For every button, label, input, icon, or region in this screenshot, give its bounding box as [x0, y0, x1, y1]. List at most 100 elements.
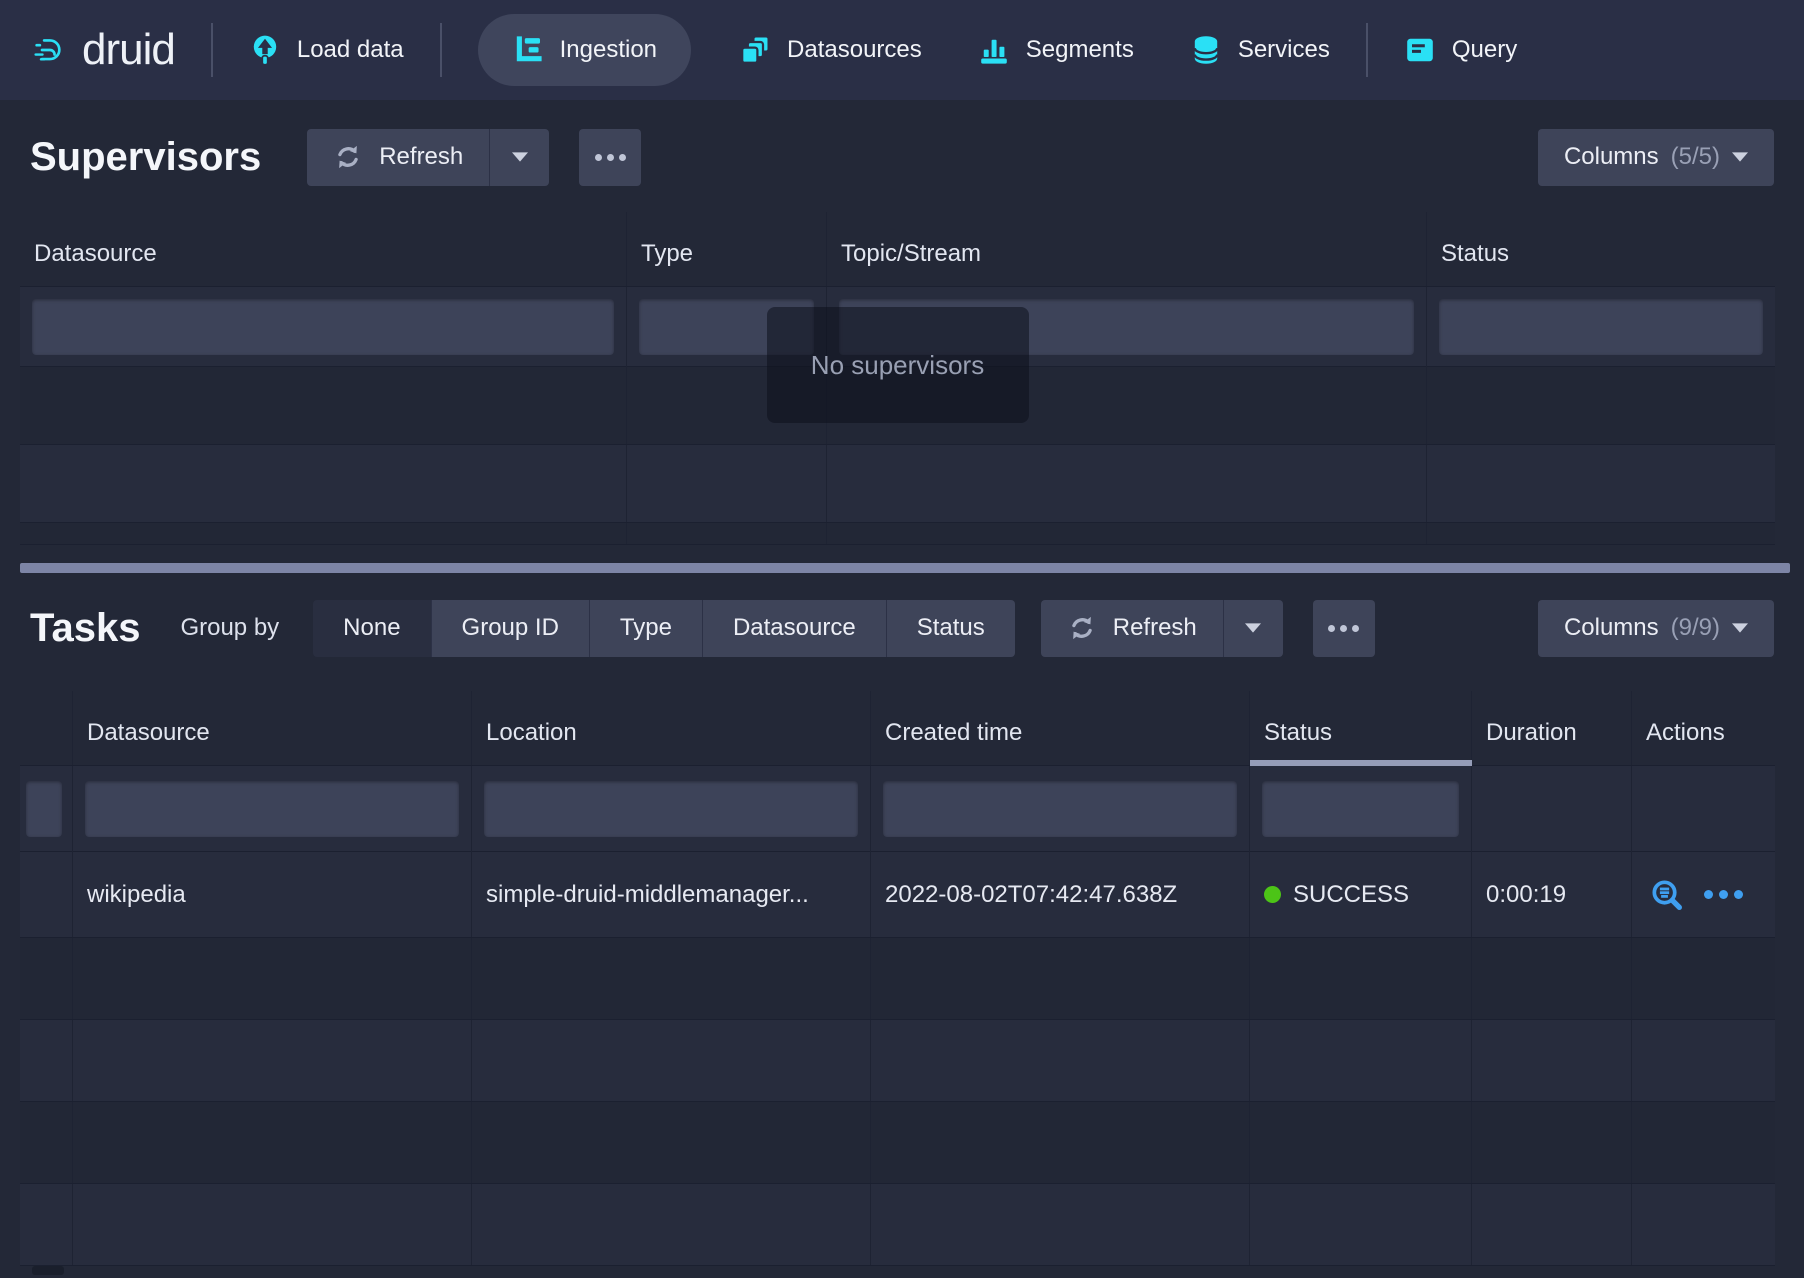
column-header-status[interactable]: Status — [1427, 212, 1775, 286]
supervisors-header-row: Datasource Type Topic/Stream Status — [20, 212, 1775, 287]
column-header-datasource[interactable]: Datasource — [73, 691, 472, 765]
group-by-group-id-button[interactable]: Group ID — [431, 600, 589, 657]
column-header-location[interactable]: Location — [472, 691, 871, 765]
task-status-cell: SUCCESS — [1250, 852, 1472, 937]
tasks-more-button[interactable] — [1313, 600, 1375, 657]
group-by-datasource-button[interactable]: Datasource — [702, 600, 886, 657]
nav-query[interactable]: Query — [1404, 34, 1517, 66]
chevron-down-icon — [512, 152, 528, 162]
empty-row — [20, 523, 1775, 545]
druid-logo[interactable]: druid — [34, 25, 175, 75]
logo-text: druid — [82, 25, 175, 75]
empty-row — [20, 1102, 1775, 1184]
filter-input-topic-stream[interactable] — [839, 299, 1414, 355]
nav-services[interactable]: Services — [1190, 34, 1330, 66]
column-header-datasource[interactable]: Datasource — [20, 212, 627, 286]
refresh-icon — [333, 142, 363, 172]
empty-row — [20, 938, 1775, 1020]
inspect-task-icon[interactable] — [1650, 878, 1684, 912]
database-icon — [1190, 34, 1222, 66]
refresh-label: Refresh — [1113, 614, 1197, 642]
nav-load-data[interactable]: Load data — [249, 34, 404, 66]
column-header-stub — [20, 691, 73, 765]
filter-input-location[interactable] — [484, 781, 858, 837]
filter-input-datasource[interactable] — [32, 299, 614, 355]
nav-divider — [1366, 23, 1368, 77]
tasks-hscrollbar-thumb[interactable] — [32, 1266, 64, 1275]
group-by-label: Group by — [180, 614, 279, 642]
group-by-status-button[interactable]: Status — [886, 600, 1015, 657]
nav-divider — [440, 23, 442, 77]
task-created-time-cell: 2022-08-02T07:42:47.638Z — [871, 852, 1250, 937]
filter-input-created-time[interactable] — [883, 781, 1237, 837]
chevron-down-icon — [1245, 623, 1261, 633]
filter-input-type[interactable] — [639, 299, 814, 355]
tasks-refresh-split: Refresh — [1041, 600, 1283, 657]
supervisors-filter-row — [20, 287, 1775, 367]
empty-row — [20, 367, 1775, 445]
tasks-toolbar: Tasks Group by None Group ID Type Dataso… — [0, 599, 1804, 657]
task-id-cell — [20, 852, 73, 937]
supervisors-refresh-caret-button[interactable] — [489, 129, 549, 186]
empty-row — [20, 1020, 1775, 1102]
refresh-icon — [1067, 613, 1097, 643]
columns-count: (5/5) — [1671, 143, 1720, 171]
nav-item-label: Segments — [1026, 36, 1134, 64]
supervisors-columns-button[interactable]: Columns (5/5) — [1538, 129, 1774, 186]
group-by-type-button[interactable]: Type — [589, 600, 702, 657]
nav-ingestion[interactable]: Ingestion — [478, 14, 691, 86]
filter-input-status[interactable] — [1262, 781, 1459, 837]
empty-row — [20, 1184, 1775, 1266]
task-more-actions-icon[interactable] — [1704, 890, 1743, 899]
task-datasource-cell: wikipedia — [73, 852, 472, 937]
tasks-columns-button[interactable]: Columns (9/9) — [1538, 600, 1774, 657]
nav-item-label: Services — [1238, 36, 1330, 64]
supervisors-refresh-split: Refresh — [307, 129, 549, 186]
supervisors-table: Datasource Type Topic/Stream Status No s… — [20, 212, 1775, 545]
gantt-chart-icon — [512, 34, 544, 66]
tasks-refresh-caret-button[interactable] — [1223, 600, 1283, 657]
upload-icon — [249, 34, 281, 66]
supervisors-hscrollbar[interactable] — [20, 563, 1790, 573]
status-badge: SUCCESS — [1293, 881, 1409, 909]
nav-datasources[interactable]: Datasources — [739, 34, 922, 66]
group-by-none-button[interactable]: None — [313, 600, 430, 657]
nav-divider — [211, 23, 213, 77]
tasks-filter-row — [20, 766, 1775, 852]
group-by-segmented-control: None Group ID Type Datasource Status — [313, 600, 1015, 657]
column-header-status[interactable]: Status — [1250, 691, 1472, 765]
filter-input-status[interactable] — [1439, 299, 1763, 355]
nav-segments[interactable]: Segments — [978, 34, 1134, 66]
task-location-cell: simple-druid-middlemanager... — [472, 852, 871, 937]
console-icon — [1404, 34, 1436, 66]
refresh-label: Refresh — [379, 143, 463, 171]
filter-input-task-id[interactable] — [26, 781, 62, 837]
task-actions-cell — [1632, 852, 1775, 937]
more-icon — [595, 154, 602, 161]
supervisors-toolbar: Supervisors Refresh Columns (5/5) — [0, 128, 1804, 186]
nav-item-label: Query — [1452, 36, 1517, 64]
nav-item-label: Ingestion — [560, 36, 657, 64]
supervisors-refresh-button[interactable]: Refresh — [307, 129, 489, 186]
bar-chart-icon — [978, 34, 1010, 66]
filter-input-datasource[interactable] — [85, 781, 459, 837]
column-header-type[interactable]: Type — [627, 212, 827, 286]
layers-icon — [739, 34, 771, 66]
task-duration-cell: 0:00:19 — [1472, 852, 1632, 937]
column-header-actions[interactable]: Actions — [1632, 691, 1775, 765]
column-header-created-time[interactable]: Created time — [871, 691, 1250, 765]
supervisors-more-button[interactable] — [579, 129, 641, 186]
column-header-duration[interactable]: Duration — [1472, 691, 1632, 765]
tasks-header-row: Datasource Location Created time Status … — [20, 691, 1775, 766]
columns-label: Columns — [1564, 143, 1659, 171]
druid-logo-icon — [34, 34, 66, 66]
empty-row — [20, 445, 1775, 523]
nav-item-label: Datasources — [787, 36, 922, 64]
task-row-wikipedia[interactable]: wikipedia simple-druid-middlemanager... … — [20, 852, 1775, 938]
status-success-dot — [1264, 886, 1281, 903]
tasks-refresh-button[interactable]: Refresh — [1041, 600, 1223, 657]
chevron-down-icon — [1732, 623, 1748, 633]
supervisors-title: Supervisors — [30, 135, 261, 180]
column-header-topic-stream[interactable]: Topic/Stream — [827, 212, 1427, 286]
nav-item-label: Load data — [297, 36, 404, 64]
